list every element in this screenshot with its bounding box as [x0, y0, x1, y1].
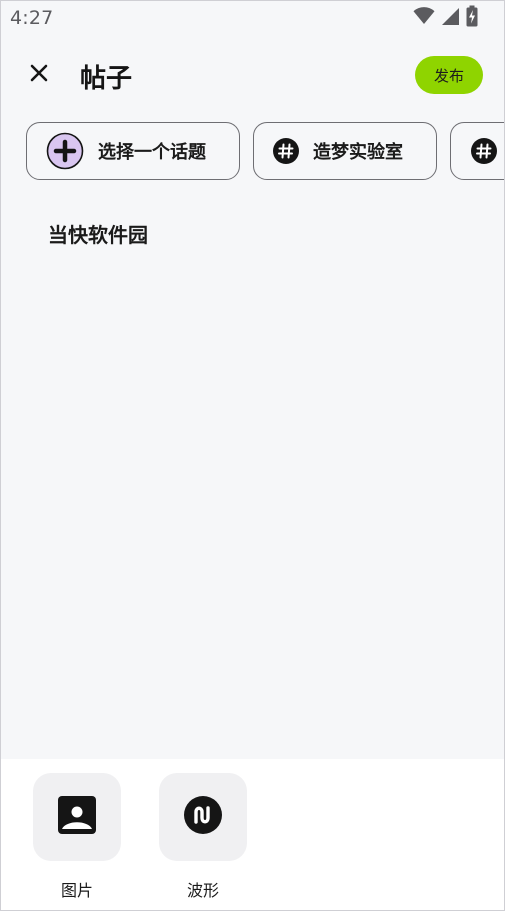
hashtag-icon: [273, 138, 299, 164]
signal-icon: [441, 7, 460, 30]
waveform-tool-tile[interactable]: [159, 773, 247, 861]
post-text-area[interactable]: 当快软件园: [48, 219, 148, 248]
attachment-toolbar: 图片 波形: [1, 759, 504, 910]
image-icon: [58, 796, 96, 838]
publish-button[interactable]: 发布: [415, 56, 483, 94]
waveform-icon: [183, 795, 223, 839]
topic-chip-label: 造梦实验室: [313, 142, 403, 163]
battery-charging-icon: [466, 5, 478, 31]
topic-chip-select[interactable]: 选择一个话题: [26, 122, 240, 180]
topic-chip-dream-lab[interactable]: 造梦实验室: [253, 122, 437, 180]
image-tool-tile[interactable]: [33, 773, 121, 861]
image-tool-label: 图片: [60, 881, 93, 900]
post-editor-screen: 4:27 帖子 发布 选择一个话题 造梦实验室 当快软件园 图片 波形: [0, 0, 505, 911]
wifi-icon: [413, 7, 435, 29]
topic-chip-more[interactable]: [450, 122, 504, 180]
hashtag-icon: [471, 138, 497, 164]
status-time: 4:27: [10, 7, 54, 29]
status-icons: [413, 5, 478, 31]
topic-chip-row[interactable]: 选择一个话题 造梦实验室: [26, 122, 504, 184]
close-button[interactable]: [23, 59, 55, 91]
image-tool-button[interactable]: 图片: [33, 773, 121, 901]
add-circle-icon: [46, 132, 84, 170]
close-icon: [30, 64, 48, 86]
header: 帖子 发布: [1, 41, 504, 111]
waveform-tool-button[interactable]: 波形: [159, 773, 247, 901]
page-title: 帖子: [80, 64, 133, 94]
status-bar: 4:27: [1, 1, 504, 35]
topic-chip-label: 选择一个话题: [98, 142, 206, 163]
waveform-tool-label: 波形: [186, 881, 219, 900]
